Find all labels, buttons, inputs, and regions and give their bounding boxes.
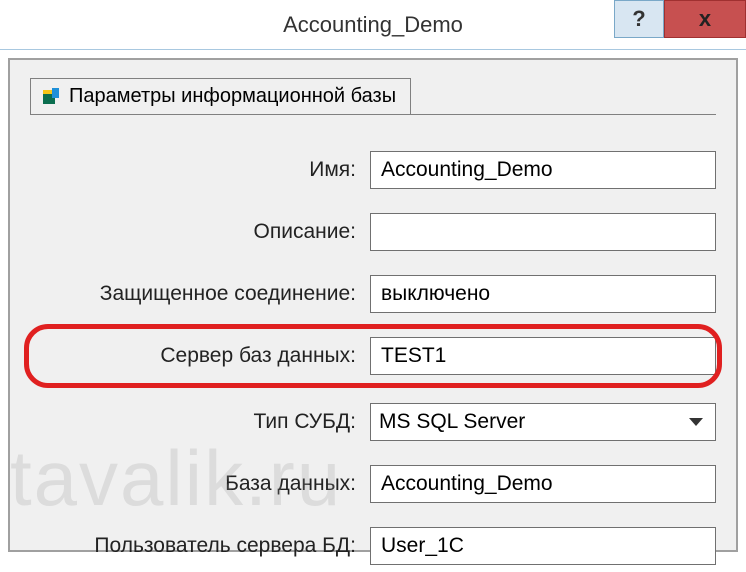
label-database: База данных:: [30, 472, 370, 496]
label-secure: Защищенное соединение:: [30, 282, 370, 306]
input-database[interactable]: [370, 465, 716, 503]
label-description: Описание:: [30, 220, 370, 244]
row-dbms-type: Тип СУБД: MS SQL Server: [30, 396, 716, 448]
tab-container: Параметры информационной базы: [30, 78, 716, 114]
row-database: База данных:: [30, 458, 716, 510]
help-button[interactable]: ?: [614, 0, 664, 38]
label-dbms-type: Тип СУБД:: [30, 410, 370, 434]
window-controls: ? x: [614, 0, 746, 38]
infobase-icon: [41, 87, 61, 107]
select-dbms-type-value: MS SQL Server: [379, 410, 525, 434]
row-description: Описание:: [30, 206, 716, 258]
chevron-down-icon: [689, 418, 703, 426]
row-name: Имя:: [30, 144, 716, 196]
row-db-server: Сервер баз данных:: [30, 330, 716, 382]
input-description[interactable]: [370, 213, 716, 251]
form-area: Имя: Описание: Защищенное соединение: Се…: [10, 114, 736, 572]
input-name[interactable]: [370, 151, 716, 189]
close-button[interactable]: x: [664, 0, 746, 38]
input-secure[interactable]: [370, 275, 716, 313]
tab-infobase-params[interactable]: Параметры информационной базы: [30, 78, 411, 114]
client-area: Параметры информационной базы Имя: Описа…: [8, 58, 738, 552]
titlebar: Accounting_Demo ? x: [0, 0, 746, 50]
input-db-server[interactable]: [370, 337, 716, 375]
tab-label: Параметры информационной базы: [69, 85, 396, 108]
row-secure: Защищенное соединение:: [30, 268, 716, 320]
row-db-user: Пользователь сервера БД:: [30, 520, 716, 572]
label-name: Имя:: [30, 158, 370, 182]
window-title: Accounting_Demo: [283, 12, 463, 38]
input-db-user[interactable]: [370, 527, 716, 565]
label-db-user: Пользователь сервера БД:: [30, 534, 370, 558]
label-db-server: Сервер баз данных:: [30, 344, 370, 368]
tab-border: [30, 114, 716, 115]
select-dbms-type[interactable]: MS SQL Server: [370, 403, 716, 441]
